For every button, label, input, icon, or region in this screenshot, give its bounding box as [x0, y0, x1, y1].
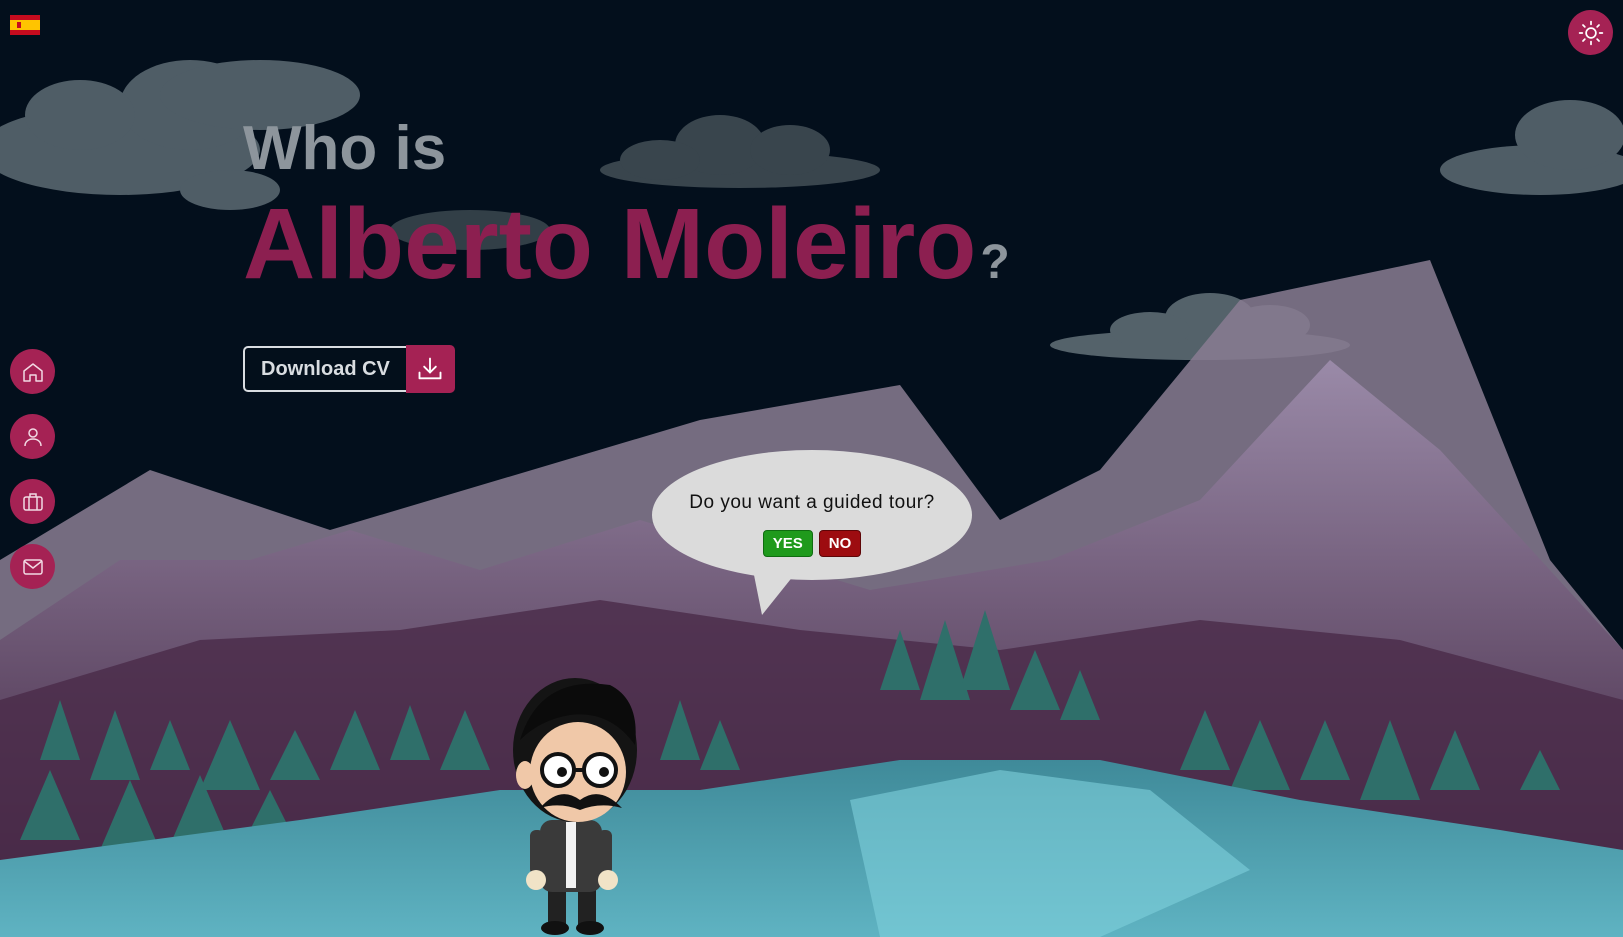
tour-no-button[interactable]: NO	[818, 530, 862, 557]
user-icon	[23, 427, 42, 446]
speech-bubble	[652, 450, 972, 580]
hero-who-is: Who is	[243, 114, 447, 183]
spain-flag-icon	[10, 15, 40, 35]
mail-icon	[22, 558, 43, 575]
tour-yes-button[interactable]: YES	[762, 530, 813, 557]
cloud-far-right	[1440, 100, 1623, 195]
hero-name: Alberto Moleiro	[243, 188, 977, 300]
nav-portfolio-button[interactable]	[10, 479, 55, 524]
side-navigation	[10, 349, 55, 609]
hero-name-line: Alberto Moleiro?	[243, 194, 1010, 294]
download-icon	[418, 357, 442, 380]
guided-tour-actions: YES NO	[652, 530, 972, 557]
speech-bubble-tail	[752, 565, 802, 615]
nav-contact-button[interactable]	[10, 544, 55, 589]
briefcase-icon	[22, 492, 43, 511]
hero-heading: Who is Alberto Moleiro?	[243, 114, 1010, 295]
sun-icon	[1578, 20, 1603, 45]
home-icon	[22, 362, 43, 382]
guided-tour-bubble: Do you want a guided tour? YES NO	[652, 450, 972, 615]
nav-home-button[interactable]	[10, 349, 55, 394]
download-cv-button[interactable]: Download CV	[243, 345, 455, 393]
cartoon-avatar	[513, 678, 637, 935]
download-cv-label[interactable]: Download CV	[243, 346, 406, 392]
download-cv-icon-button[interactable]	[405, 345, 455, 393]
language-spanish-flag[interactable]	[10, 15, 40, 35]
nav-about-button[interactable]	[10, 414, 55, 459]
theme-toggle-button[interactable]	[1568, 10, 1613, 55]
hero-question-mark: ?	[980, 236, 1010, 289]
guided-tour-question: Do you want a guided tour?	[689, 492, 935, 513]
